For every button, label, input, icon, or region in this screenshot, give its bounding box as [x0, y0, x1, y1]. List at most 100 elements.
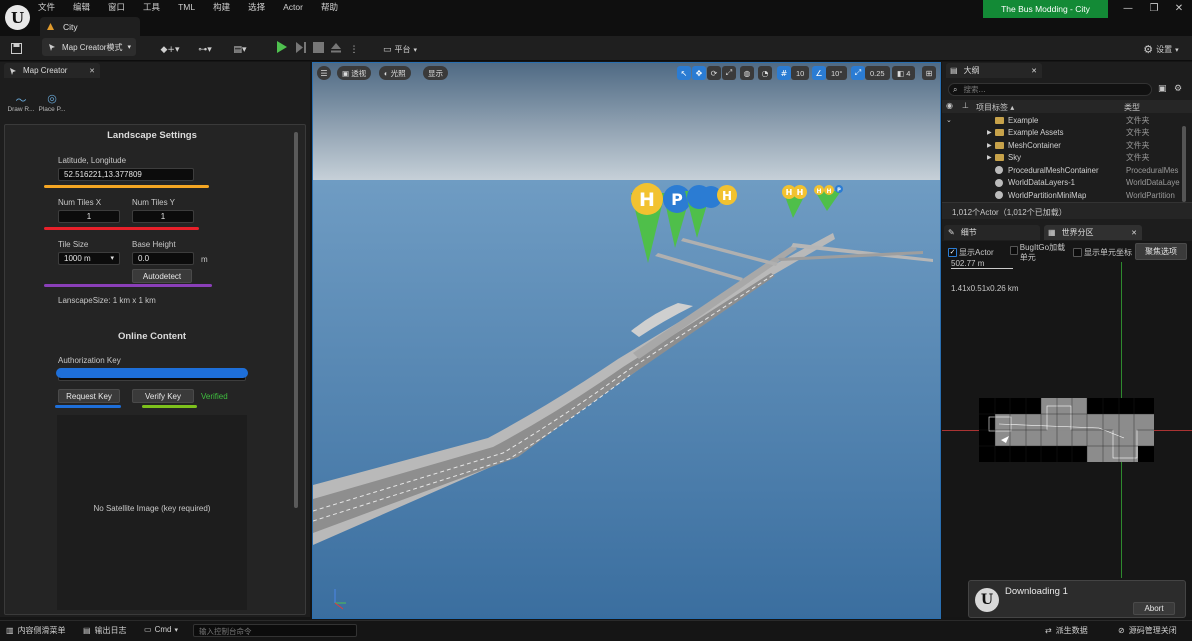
surface-snap-icon[interactable]: ◔: [758, 66, 772, 80]
list-item[interactable]: WorldDataLayers-1 WorldDataLaye: [942, 177, 1190, 190]
level-tab[interactable]: City: [40, 17, 140, 36]
outliner-tab[interactable]: ▤ 大纲 ✕: [946, 63, 1042, 78]
stop-icon[interactable]: [313, 42, 324, 55]
menu-tools[interactable]: 工具: [143, 1, 160, 13]
content-drawer-icon: ▥: [6, 626, 14, 635]
tiles-x-input[interactable]: 1: [58, 210, 120, 223]
menu-file[interactable]: 文件: [38, 1, 55, 13]
play-icon[interactable]: [276, 41, 288, 55]
map-creator-tab[interactable]: Map Creator ✕: [4, 63, 100, 78]
menu-edit[interactable]: 编辑: [73, 1, 90, 13]
focus-options-button[interactable]: 聚焦选项: [1135, 243, 1187, 260]
list-item[interactable]: WorldPartitionMiniMap WorldPartition: [942, 189, 1190, 202]
world-partition-tab[interactable]: ▦ 世界分区 ✕: [1044, 225, 1142, 240]
outliner-search[interactable]: ⌕ 搜索...: [948, 83, 1152, 96]
bugitgo-checkbox[interactable]: BugItGo加载单元: [1010, 243, 1070, 263]
select-mode-icon[interactable]: ↖: [677, 66, 691, 80]
latlon-label: Latitude, Longitude: [58, 156, 127, 165]
eject-icon[interactable]: [330, 42, 342, 55]
menu-build[interactable]: 构建: [213, 1, 230, 13]
content-drawer-button[interactable]: ▥ 内容侧滑菜单: [6, 625, 66, 636]
pin-icon[interactable]: ⊥: [962, 101, 969, 110]
menu-help[interactable]: 帮助: [321, 1, 338, 13]
expand-icon[interactable]: ▶: [987, 129, 992, 136]
column-type[interactable]: 类型: [1124, 102, 1140, 113]
place-point-tool[interactable]: ◎ Place P...: [36, 92, 68, 113]
abort-button[interactable]: Abort: [1133, 602, 1175, 615]
source-control-button[interactable]: ⊘ 源码管理关闭: [1118, 625, 1177, 636]
close-tab-icon[interactable]: ✕: [1131, 229, 1137, 237]
blueprint-icon[interactable]: ⊶▾: [193, 40, 217, 59]
list-item[interactable]: ⌄ Example 文件夹: [942, 114, 1190, 127]
lit-button[interactable]: ◐ 光照: [379, 66, 411, 80]
save-icon[interactable]: [7, 39, 25, 58]
close-tab-icon[interactable]: ✕: [89, 67, 95, 75]
grid-snap-icon[interactable]: #: [777, 66, 791, 80]
level-viewport[interactable]: H P H H H H H P: [312, 62, 941, 619]
close-window-button[interactable]: ✕: [1167, 2, 1191, 16]
visibility-icon[interactable]: ◉: [946, 101, 953, 110]
console-input[interactable]: 输入控制台命令: [193, 624, 357, 637]
latlon-input[interactable]: 52.516221,13.377809: [58, 168, 194, 181]
level-icon: [47, 23, 54, 30]
list-item[interactable]: ▶ Sky 文件夹: [942, 152, 1190, 165]
rotation-snap-value[interactable]: 10°: [826, 66, 848, 80]
scale-snap-icon[interactable]: ⤢: [851, 66, 865, 80]
panel-scrollbar[interactable]: [294, 132, 298, 508]
settings-button[interactable]: ⚙ 设置 ▾: [1138, 40, 1184, 59]
unreal-logo-icon[interactable]: U: [5, 5, 30, 30]
scale-snap-value[interactable]: 0.25: [865, 66, 890, 80]
tile-size-select[interactable]: 1000 m ▾: [58, 252, 120, 265]
show-button[interactable]: 显示: [423, 66, 448, 80]
autodetect-button[interactable]: Autodetect: [132, 269, 192, 283]
hamburger-icon[interactable]: ☰: [317, 66, 331, 80]
rotate-icon[interactable]: ⟳: [707, 66, 721, 80]
camera-speed-button[interactable]: ◧ 4: [892, 66, 916, 80]
menu-window[interactable]: 窗口: [108, 1, 125, 13]
cmd-selector[interactable]: ▭ Cmd ▾: [144, 625, 178, 634]
menu-tml[interactable]: TML: [178, 2, 195, 12]
translate-icon[interactable]: ✥: [692, 66, 706, 80]
list-item[interactable]: ProceduralMeshContainer ProceduralMes: [942, 164, 1190, 177]
menu-actor[interactable]: Actor: [283, 2, 303, 12]
maximize-viewport-icon[interactable]: ⊞: [922, 66, 936, 80]
output-log-button[interactable]: ▤ 输出日志: [83, 625, 127, 636]
list-item[interactable]: ▶ Example Assets 文件夹: [942, 127, 1190, 140]
add-content-icon[interactable]: ◆+▾: [158, 40, 182, 59]
mode-selector[interactable]: Map Creator模式 ▾: [42, 38, 136, 56]
play-options-icon[interactable]: ⋮: [348, 40, 360, 59]
expand-icon[interactable]: ▶: [987, 142, 992, 149]
grid-snap-value[interactable]: 10: [791, 66, 810, 80]
world-space-icon[interactable]: ◍: [740, 66, 754, 80]
list-item[interactable]: ▶ MeshContainer 文件夹: [942, 139, 1190, 152]
expand-icon[interactable]: ▶: [987, 154, 992, 161]
outliner-settings-icon[interactable]: ⚙: [1174, 84, 1182, 94]
base-height-input[interactable]: 0.0: [132, 252, 194, 265]
column-label[interactable]: 项目标签 ▴: [976, 102, 1014, 113]
perspective-button[interactable]: ▣ 透视: [337, 66, 372, 80]
details-tab[interactable]: ✎ 细节: [944, 225, 1040, 240]
landscape-size-text: LanscapeSize: 1 km x 1 km: [58, 296, 156, 305]
add-folder-icon[interactable]: ▣: [1158, 84, 1167, 94]
request-key-button[interactable]: Request Key: [58, 389, 120, 403]
tiles-y-input[interactable]: 1: [132, 210, 194, 223]
cinematics-icon[interactable]: ▤▾: [228, 40, 252, 59]
marker-label: H: [826, 188, 831, 195]
maximize-button[interactable]: ❐: [1142, 2, 1166, 16]
scale-icon[interactable]: ⤢: [722, 66, 736, 80]
collapse-icon[interactable]: ⌄: [946, 116, 952, 124]
show-coords-checkbox[interactable]: 显示单元坐标: [1073, 247, 1132, 258]
platform-button[interactable]: ▭ 平台 ▾: [378, 40, 422, 59]
chevron-down-icon: ▾: [174, 626, 178, 634]
menu-select[interactable]: 选择: [248, 1, 265, 13]
verify-key-button[interactable]: Verify Key: [132, 389, 194, 403]
close-tab-icon[interactable]: ✕: [1031, 67, 1037, 75]
derived-data-button[interactable]: ⇄ 派生数据: [1045, 625, 1088, 636]
minimize-button[interactable]: —: [1116, 2, 1140, 16]
source-control-icon: ⊘: [1118, 626, 1125, 635]
step-icon[interactable]: [295, 42, 307, 55]
rotation-snap-icon[interactable]: ∠: [812, 66, 826, 80]
draw-road-tool[interactable]: 〜 Draw R...: [5, 92, 37, 113]
world-partition-icon: ▦: [1048, 228, 1056, 237]
show-actor-checkbox[interactable]: ✓ 显示Actor: [948, 247, 994, 258]
